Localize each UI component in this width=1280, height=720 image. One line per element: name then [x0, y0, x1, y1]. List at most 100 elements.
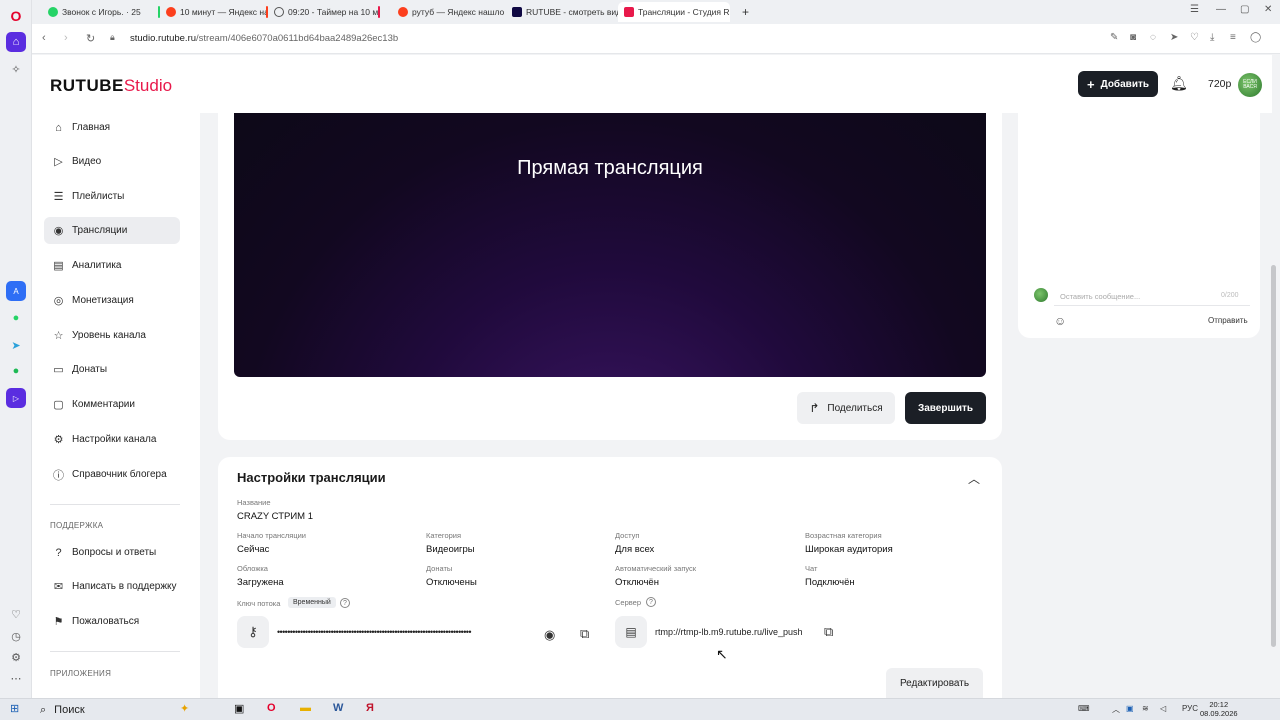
browser-tab[interactable]: Звонок с Игорь. · 25: [42, 2, 160, 22]
tab-search-icon[interactable]: ☰: [1190, 4, 1199, 15]
keyboard-icon[interactable]: ⌨: [1078, 704, 1090, 713]
field-value: Загружена: [237, 577, 284, 588]
back-icon[interactable]: ‹: [42, 32, 46, 44]
home-rail-icon[interactable]: ⌂: [6, 32, 26, 52]
server-help-icon[interactable]: ?: [646, 597, 656, 607]
heart-icon[interactable]: ♡: [1190, 32, 1199, 43]
settings-rail-icon[interactable]: ⚙: [6, 647, 26, 667]
edit-button[interactable]: Редактировать: [886, 668, 983, 698]
sidebar-item-faq[interactable]: ? Вопросы и ответы: [44, 539, 180, 566]
field-label: Донаты: [426, 564, 453, 573]
sidebar-item-channel-settings[interactable]: ⚙ Настройки канала: [44, 426, 180, 453]
reload-icon[interactable]: ↻: [86, 32, 95, 45]
vpn-icon[interactable]: ◌: [1150, 32, 1156, 43]
sidebar-item-report[interactable]: ⚑ Пожаловаться: [44, 608, 180, 635]
sidebar-item-donations[interactable]: ▭ Донаты: [44, 356, 180, 383]
player-rail-icon[interactable]: ▷: [6, 388, 26, 408]
taskbar-search[interactable]: ⌕ Поиск: [30, 701, 220, 719]
end-stream-button[interactable]: Завершить: [905, 392, 986, 424]
minimize-icon[interactable]: —: [1216, 4, 1226, 15]
timer-icon: [274, 7, 284, 17]
url-field[interactable]: studio.rutube.ru/stream/406e6070a0611bd6…: [130, 33, 398, 44]
telegram-rail-icon[interactable]: ➤: [6, 335, 26, 355]
browser-tab[interactable]: RUTUBE - смотреть виде: [506, 2, 618, 22]
maximize-icon[interactable]: ▢: [1240, 4, 1249, 15]
tray-app-icon[interactable]: ▣: [1126, 704, 1134, 713]
sidebar-item-label: Аналитика: [72, 260, 122, 271]
menu-icon[interactable]: ≡: [1230, 32, 1236, 43]
sidebar-item-channel-level[interactable]: ☆ Уровень канала: [44, 322, 180, 349]
field-label: Категория: [426, 531, 462, 540]
download-icon[interactable]: ⤓: [1210, 32, 1214, 43]
sidebar-item-analytics[interactable]: ▤ Аналитика: [44, 252, 180, 279]
language-indicator[interactable]: РУС: [1182, 704, 1198, 713]
aria-rail-icon[interactable]: A: [6, 281, 26, 301]
sidebar-item-contact-support[interactable]: ✉ Написать в поддержку: [44, 573, 180, 600]
copilot-icon[interactable]: ✦: [180, 702, 189, 715]
share-button[interactable]: ↱ Поделиться: [797, 392, 895, 424]
add-button[interactable]: + Добавить: [1078, 71, 1158, 97]
volume-icon[interactable]: ◁: [1160, 704, 1166, 713]
sidebar-item-home[interactable]: ⌂ Главная: [44, 114, 180, 141]
bookmark-rail-icon[interactable]: ✧: [6, 59, 26, 79]
browser-tab-active[interactable]: Трансляции - Студия RU ✕: [618, 2, 730, 22]
field-label: Доступ: [615, 531, 640, 540]
monetization-icon: ◎: [53, 295, 64, 307]
task-view-icon[interactable]: ▣: [234, 702, 244, 715]
browser-tab[interactable]: 10 минут — Яндекс наш: [160, 2, 268, 22]
sidebar-item-blogger-guide[interactable]: ⓘ Справочник блогера: [44, 461, 180, 488]
camera-icon[interactable]: ◙: [1130, 32, 1136, 43]
tray-chevron-icon[interactable]: ︿: [1112, 704, 1120, 715]
comments-icon: ▢: [53, 399, 64, 411]
sidebar-item-monetization[interactable]: ◎ Монетизация: [44, 287, 180, 314]
more-rail-icon[interactable]: ⋯: [6, 668, 26, 688]
support-section-title: ПОДДЕРЖКА: [50, 521, 104, 530]
stream-settings-card: Настройки трансляции ︿ Название CRAZY СТ…: [218, 457, 1002, 698]
chevron-up-icon[interactable]: ︿: [968, 470, 980, 487]
sidebar-item-label: Настройки канала: [72, 434, 157, 445]
copy-server-icon[interactable]: ⧉: [824, 624, 833, 640]
profile-icon[interactable]: ◯: [1250, 32, 1261, 43]
sidebar-item-playlists[interactable]: ☰ Плейлисты: [44, 183, 180, 210]
avatar[interactable]: ЕСЛИ ВАСЯ: [1238, 73, 1262, 97]
spotify-rail-icon[interactable]: ●: [6, 361, 26, 381]
sidebar-item-video[interactable]: ▷ Видео: [44, 148, 180, 175]
browser-tab[interactable]: 09:20 - Таймер на 10 ми: [268, 2, 380, 22]
key-help-icon[interactable]: ?: [340, 598, 350, 608]
close-window-icon[interactable]: ✕: [1264, 4, 1272, 15]
word-icon[interactable]: W: [333, 702, 343, 714]
emoji-icon[interactable]: ☺: [1054, 314, 1066, 328]
balance[interactable]: 720р: [1208, 78, 1231, 90]
copy-key-icon[interactable]: ⧉: [580, 626, 589, 642]
opera-logo-icon[interactable]: O: [6, 6, 26, 26]
sidebar-item-broadcasts[interactable]: ◉ Трансляции: [44, 217, 180, 244]
opera-taskbar-icon[interactable]: O: [267, 702, 276, 714]
share-button-label: Поделиться: [827, 402, 883, 414]
video-player[interactable]: Прямая трансляция: [234, 113, 986, 377]
browser-tab[interactable]: рутуб — Яндекс нашлось: [392, 2, 504, 22]
app-header: RUTUBEStudio + Добавить 🔔︎ 720р ЕСЛИ ВАС…: [32, 55, 1272, 113]
taskbar-clock[interactable]: 20:12 08.09.2026: [1200, 700, 1238, 718]
edit-page-icon[interactable]: ✎: [1110, 32, 1118, 43]
new-tab-button[interactable]: +: [736, 2, 756, 22]
page-scrollbar[interactable]: [1271, 265, 1276, 647]
windows-taskbar: ⊞ ⌕ Поиск ✦ ▣ O ▬ W Я ⌨ ︿ ▣ ≋ ◁ РУС 20:1…: [0, 698, 1280, 720]
whatsapp-rail-icon[interactable]: ●: [6, 308, 26, 328]
history-rail-icon[interactable]: ◷: [6, 626, 26, 646]
clock-date: 08.09.2026: [1200, 709, 1238, 718]
heart-rail-icon[interactable]: ♡: [6, 604, 26, 624]
sidebar-item-comments[interactable]: ▢ Комментарии: [44, 391, 180, 418]
explorer-icon[interactable]: ▬: [300, 702, 311, 714]
forward-icon[interactable]: ›: [64, 32, 68, 44]
stream-preview-card: Прямая трансляция ↱ Поделиться Завершить: [218, 113, 1002, 440]
notifications-bell-icon[interactable]: 🔔︎: [1170, 75, 1188, 92]
sidebar-item-label: Плейлисты: [72, 191, 125, 202]
send-icon[interactable]: ➤: [1170, 32, 1178, 43]
wifi-icon[interactable]: ≋: [1142, 704, 1149, 713]
eye-icon[interactable]: ◉: [544, 627, 555, 643]
rutube-studio-logo[interactable]: RUTUBEStudio: [50, 76, 172, 96]
windows-start-icon[interactable]: ⊞: [10, 702, 19, 715]
send-button[interactable]: Отправить: [1208, 316, 1248, 325]
name-value: CRAZY СТРИМ 1: [237, 511, 314, 522]
app-icon[interactable]: Я: [366, 702, 374, 714]
